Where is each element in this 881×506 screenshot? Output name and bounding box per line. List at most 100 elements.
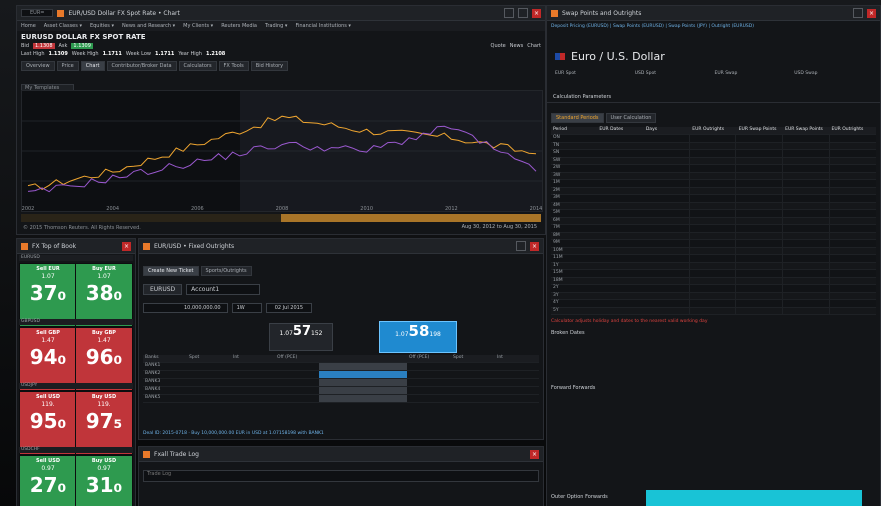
table-row[interactable]: BANK1 [143,363,539,371]
menu-item[interactable]: Reuters Media [221,23,257,29]
tab-price[interactable]: Price [56,61,79,71]
bank-name: BANK2 [145,371,161,376]
date-field[interactable]: 02 Jul 2015 [265,303,313,313]
tab-sports-outrights[interactable]: Sports/Outrights [200,266,252,276]
table-row[interactable]: 18M [551,277,876,285]
table-row[interactable]: BANK2 [143,371,539,379]
table-row[interactable]: SN [551,150,876,158]
week-high-label: Week High [71,51,99,57]
col-header: Spot [453,355,464,360]
pair-field[interactable]: EURUSD [143,284,183,295]
table-row[interactable]: 1M [551,180,876,188]
period-label: 3M [553,195,560,200]
buy-big-figure: 31₀ [85,473,123,497]
table-row[interactable]: BANK5 [143,395,539,403]
week-high-value: 1.1711 [102,51,122,57]
sell-tile[interactable]: Sell GBP 1.47 94₀ [19,327,77,391]
sell-quote-button[interactable]: 1.0757152 [269,323,333,351]
sell-pips: 57 [292,324,311,339]
table-row[interactable]: BANK3 [143,379,539,387]
close-icon[interactable]: × [867,8,876,18]
menu-item[interactable]: My Clients ▾ [183,23,213,29]
menu-item[interactable]: News and Research ▾ [122,23,175,29]
table-row[interactable]: 3Y [551,292,876,300]
sell-tile[interactable]: Sell EUR 1.07 37₀ [19,263,77,327]
swap-points-window: Swap Points and Outrights × Deposit Pric… [546,5,881,506]
quote-link[interactable]: Quote [491,43,506,49]
table-row[interactable]: 2M [551,187,876,195]
table-row[interactable]: 5Y [551,307,876,315]
table-row[interactable]: 2Y [551,285,876,293]
col-header: EUR Swap Points [738,127,777,132]
table-row[interactable]: 3M [551,195,876,203]
table-row[interactable]: TN [551,142,876,150]
buy-tile[interactable]: Buy USD 0.97 31₀ [75,455,133,506]
forward-forwards-header[interactable]: Forward Forwards [547,337,880,392]
trade-log-input[interactable]: Trade Log [143,470,539,482]
table-row[interactable]: 2W [551,165,876,173]
buy-tile[interactable]: Buy GBP 1.47 96₀ [75,327,133,391]
menu-item[interactable]: Equities ▾ [90,23,114,29]
table-row[interactable]: 11M [551,255,876,263]
maximize-icon[interactable] [518,8,528,18]
close-icon[interactable]: × [122,241,131,251]
table-row[interactable]: 1Y [551,262,876,270]
sell-tile[interactable]: Sell USD 119. 95₀ [19,391,77,455]
table-row[interactable]: 4M [551,202,876,210]
table-row[interactable]: 10M [551,247,876,255]
menu-item[interactable]: Trading ▾ [265,23,287,29]
buy-quote-button[interactable]: 1.0758198 [379,321,457,353]
buy-frac: 198 [429,331,441,338]
menu-item[interactable]: Home [21,23,36,29]
tab-fx-tools[interactable]: FX Tools [218,61,249,71]
tenor-field[interactable]: 1W [231,303,262,313]
table-row[interactable]: 15M [551,270,876,278]
minimize-icon[interactable] [504,8,514,18]
table-row[interactable]: SW [551,157,876,165]
window-title: Fxall Trade Log [154,450,199,458]
tab-create-ticket[interactable]: Create New Ticket [143,266,199,276]
tab-calculators[interactable]: Calculators [178,61,217,71]
sell-tile[interactable]: Sell USD 0.97 27₀ [19,455,77,506]
tab-overview[interactable]: Overview [21,61,55,71]
table-row[interactable]: 8M [551,232,876,240]
table-row[interactable]: 5M [551,210,876,218]
close-icon[interactable]: × [530,449,539,459]
col-header: EUR Dates [599,127,624,132]
chart-link[interactable]: Chart [527,43,541,49]
table-row[interactable]: BANK4 [143,387,539,395]
minimize-icon[interactable] [853,8,863,18]
menu-item[interactable]: Asset Classes ▾ [44,23,82,29]
menu-item[interactable]: Financial Institutions ▾ [295,23,351,29]
table-row[interactable]: 9M [551,240,876,248]
warning-text: Calculator adjusts holiday and dates to … [551,319,708,324]
broken-dates-header[interactable]: Broken Dates [547,326,880,337]
search-input[interactable]: EUR= [21,9,54,17]
amount-field[interactable]: 10,000,000.00 [143,303,228,313]
close-icon[interactable]: × [532,8,541,18]
minimize-icon[interactable] [516,241,526,251]
tab-contributor[interactable]: Contributor/Broker Data [106,61,177,71]
account-field[interactable]: Account1 [186,284,261,295]
table-row[interactable]: 4Y [551,300,876,308]
buy-tile[interactable]: Buy USD 119. 97₅ [75,391,133,455]
tab-standard-periods[interactable]: Standard Periods [551,113,604,123]
price-chart[interactable]: 2002 2004 2006 2008 2010 2012 2014 [21,90,543,212]
swap-subtitle: Deposit Pricing (EURUSD) | Swap Points (… [551,24,754,29]
table-row[interactable]: 7M [551,225,876,233]
navigator-range[interactable] [281,214,541,222]
period-label: 6M [553,217,560,223]
chart-navigator[interactable] [21,214,541,222]
calc-params-header[interactable]: Calculation Parameters [547,80,880,103]
outer-option-forwards[interactable]: Outer Option Forwards [551,494,608,500]
tab-bid-history[interactable]: Bid History [250,61,289,71]
table-row[interactable]: ON [551,135,876,143]
table-row[interactable]: 6M [551,217,876,225]
tab-user-calculation[interactable]: User Calculation [605,113,657,123]
tab-chart[interactable]: Chart [80,61,105,71]
table-row[interactable]: 3W [551,172,876,180]
buy-tile[interactable]: Buy EUR 1.07 38₀ [75,263,133,327]
deal-footer: Deal ID: 2015-0718 · Buy 10,000,000.00 E… [143,431,324,436]
news-link[interactable]: News [510,43,524,49]
close-icon[interactable]: × [530,241,539,251]
